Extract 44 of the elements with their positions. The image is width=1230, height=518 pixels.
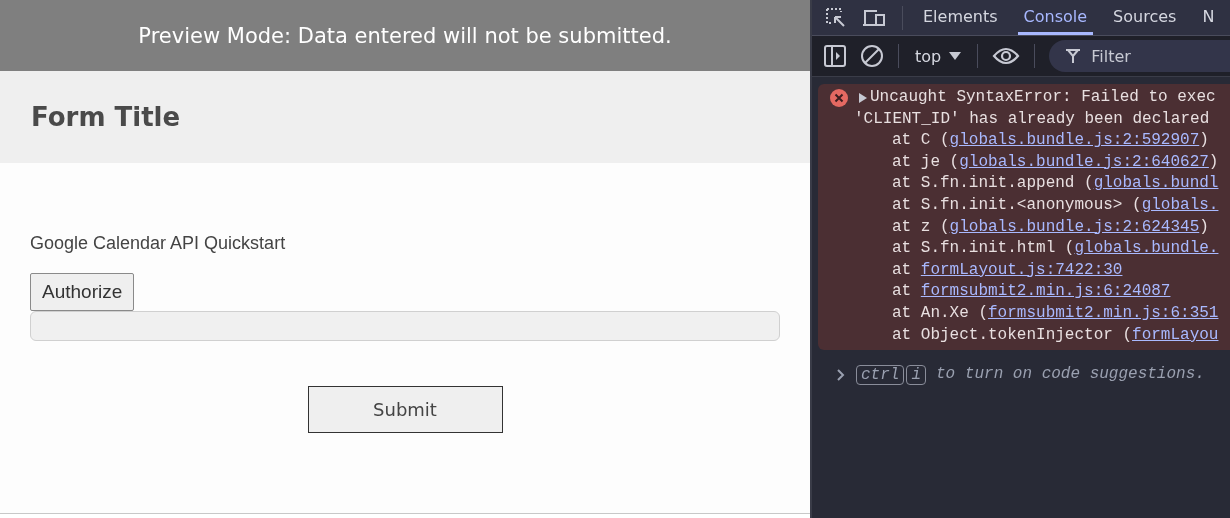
stack-trace-line: at formLayout.js:7422:30 [891,259,1124,281]
devtools-tab[interactable]: Sources [1107,0,1183,35]
caret-icon [949,51,962,61]
keyboard-key: ctrl [856,364,905,385]
output-field[interactable] [30,311,780,341]
source-link[interactable]: formsubmit2.min.js:6:351 [988,303,1219,322]
expand-triangle-icon[interactable] [858,91,868,104]
source-link[interactable]: globals.bundl [1093,174,1219,193]
stack-trace-line: at Object.tokenInjector (formLayou [891,324,1220,346]
stack-trace-line: at z (globals.bundle.js:2:624345) [891,216,1210,238]
source-link[interactable]: formLayout.js:7422:30 [920,260,1123,279]
source-link[interactable]: globals. [1141,195,1219,214]
authorize-button[interactable]: Authorize [30,273,135,311]
context-dropdown[interactable]: top [913,46,964,66]
devtools-tab[interactable]: Elements [917,0,1004,35]
source-link[interactable]: globals.bundle.js:2:592907 [949,131,1200,150]
stack-trace-line: at formsubmit2.min.js:6:24087 [891,281,1172,303]
code-suggestions-hint: to turn on code suggestions. [936,364,1205,386]
stack-trace-line: at S.fn.init.append (globals.bundl [891,173,1220,195]
source-link[interactable]: formsubmit2.min.js:6:24087 [920,282,1171,301]
form-label: Google Calendar API Quickstart [30,233,287,254]
error-text: Uncaught SyntaxError: Failed to exec [870,87,1216,108]
source-link[interactable]: globals.bundle.js:2:624345 [949,217,1200,236]
filter-field[interactable]: Filter [1049,40,1230,72]
stack-trace-line: at S.fn.init.html (globals.bundle. [891,238,1220,260]
prompt-chevron-icon [836,367,846,382]
sidebar-icon[interactable] [824,45,846,67]
source-link[interactable]: formLayou [1132,325,1219,344]
form-title: Form Title [31,102,181,132]
stack-trace-line: at C (globals.bundle.js:2:592907) [891,130,1210,152]
source-link[interactable]: globals.bundle.js:2:640627 [959,152,1209,171]
filter-icon [1065,48,1082,64]
preview-banner: Preview Mode: Data entered will not be submitted. [0,0,810,71]
keyboard-key: i [906,364,926,385]
devtools-tab[interactable]: N [1196,0,1221,35]
clear-console-icon[interactable] [860,44,884,68]
stack-trace-line: at An.Xe (formsubmit2.min.js:6:351 [891,302,1220,324]
stack-trace-line: at je (globals.bundle.js:2:640627) [891,151,1220,173]
eye-icon[interactable] [992,46,1021,66]
error-icon [830,88,848,107]
submit-button[interactable]: Submit [307,386,503,433]
error-detail: 'CLIENT_ID' has already been declared [853,108,1211,130]
source-link[interactable]: globals.bundle. [1074,239,1219,258]
stack-trace-line: at S.fn.init.<anonymous> (globals. [891,194,1220,216]
